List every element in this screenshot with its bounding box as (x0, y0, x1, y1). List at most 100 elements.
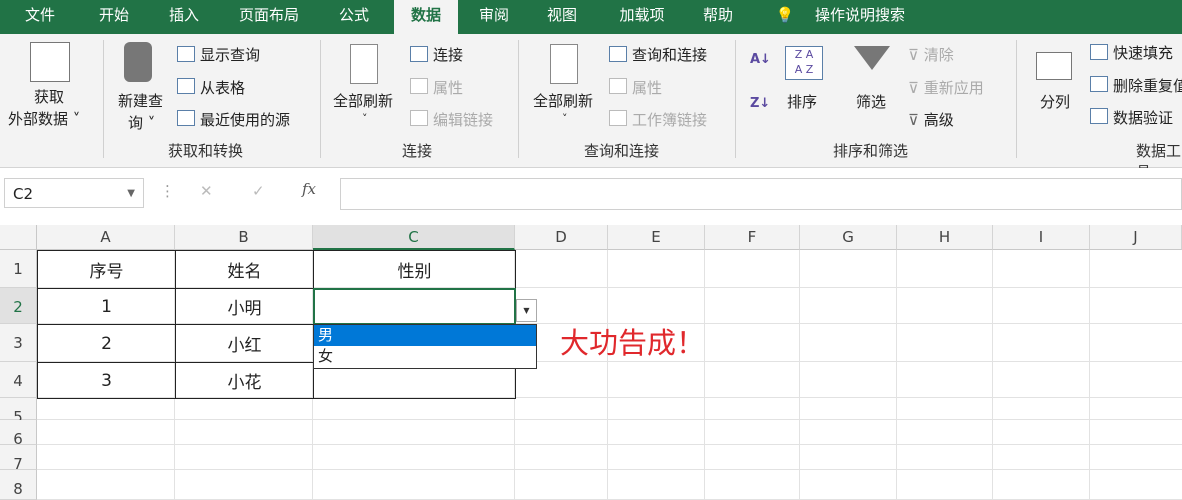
get-external-data-icon[interactable] (30, 42, 70, 82)
flash-fill-button[interactable]: 快速填充 (1113, 42, 1173, 63)
properties-button[interactable]: 属性 (433, 77, 463, 98)
tab-file[interactable]: 文件 (10, 0, 70, 34)
cell-a4[interactable]: 3 (37, 362, 176, 399)
tab-data[interactable]: 数据 (394, 0, 458, 34)
recent-sources-button[interactable]: 最近使用的源 (200, 109, 290, 130)
active-cell-c2[interactable] (313, 288, 516, 325)
tab-insert[interactable]: 插入 (154, 0, 214, 34)
column-header-g[interactable]: G (800, 225, 897, 250)
cancel-icon[interactable]: ✕ (200, 182, 213, 200)
column-header-a[interactable]: A (37, 225, 175, 250)
from-table-button[interactable]: 从表格 (200, 77, 245, 98)
gridline (1089, 250, 1090, 500)
sort-descending-icon[interactable]: Z↓ (750, 96, 770, 111)
new-query-label[interactable]: 新建查 (118, 90, 163, 111)
tab-addins[interactable]: 加载项 (604, 0, 680, 34)
new-query-icon[interactable] (124, 42, 152, 82)
get-external-data-label2[interactable]: 外部数据 ˅ (8, 108, 80, 129)
sort-icon[interactable]: Z AA Z (785, 46, 823, 80)
tab-review[interactable]: 审阅 (466, 0, 522, 34)
sort-button[interactable]: 排序 (787, 91, 817, 112)
data-validation-button[interactable]: 数据验证 (1113, 107, 1173, 128)
row-header-3[interactable]: 3 (0, 324, 37, 362)
tab-home[interactable]: 开始 (84, 0, 144, 34)
insert-function-button[interactable]: fx (302, 180, 316, 198)
chevron-down-icon[interactable]: ▼ (127, 188, 135, 199)
advanced-filter-button[interactable]: ⊽ 高级 (908, 109, 954, 130)
group-label-get-transform: 获取和转换 (168, 142, 244, 160)
cell-b1[interactable]: 姓名 (175, 250, 314, 289)
cell-c1[interactable]: 性别 (313, 250, 516, 289)
sort-ascending-icon[interactable]: A↓ (750, 52, 771, 67)
cell-b2[interactable]: 小明 (175, 288, 314, 325)
column-header-b[interactable]: B (175, 225, 313, 250)
filter-icon[interactable] (854, 46, 890, 70)
new-query-label2[interactable]: 询 ˅ (128, 112, 155, 133)
connections-button[interactable]: 连接 (433, 44, 463, 65)
ribbon-tab-bar: 文件 开始 插入 页面布局 公式 数据 审阅 视图 加载项 帮助 💡 操作说明搜… (0, 0, 1182, 34)
enter-icon[interactable]: ✓ (252, 182, 265, 200)
cell-a2[interactable]: 1 (37, 288, 176, 325)
column-header-e[interactable]: E (608, 225, 705, 250)
chevron-down-icon[interactable]: ˅ (362, 112, 368, 125)
annotation-text: 大功告成！ (560, 326, 706, 360)
lightbulb-icon: 💡 (775, 6, 795, 24)
refresh-all-icon[interactable] (350, 44, 378, 84)
row-header-8[interactable]: 8 (0, 470, 37, 500)
tab-view[interactable]: 视图 (534, 0, 590, 34)
dropdown-option-male[interactable]: 男 (314, 325, 536, 346)
select-all-button[interactable] (0, 225, 37, 250)
column-header-j[interactable]: J (1090, 225, 1182, 250)
edit-links-button[interactable]: 编辑链接 (433, 109, 493, 130)
column-header-h[interactable]: H (897, 225, 993, 250)
cell-a3[interactable]: 2 (37, 324, 176, 363)
cell-b3[interactable]: 小红 (175, 324, 314, 363)
formula-input[interactable] (340, 178, 1182, 210)
workbook-links-button[interactable]: 工作簿链接 (632, 109, 707, 130)
group-label-queries: 查询和连接 (584, 142, 660, 160)
queries-connections-button[interactable]: 查询和连接 (632, 44, 707, 65)
show-queries-button[interactable]: 显示查询 (200, 44, 260, 65)
cell-b4[interactable]: 小花 (175, 362, 314, 399)
data-validation-icon (1090, 108, 1108, 124)
remove-duplicates-button[interactable]: 删除重复值 (1113, 75, 1182, 96)
gridline (607, 250, 608, 500)
refresh-all-icon[interactable] (550, 44, 578, 84)
row-header-7[interactable]: 7 (0, 445, 37, 473)
properties-button-2[interactable]: 属性 (632, 77, 662, 98)
reapply-button[interactable]: ⊽ 重新应用 (908, 77, 984, 98)
tab-page-layout[interactable]: 页面布局 (226, 0, 312, 34)
chevron-down-icon[interactable]: ˅ (562, 112, 568, 125)
cell-a1[interactable]: 序号 (37, 250, 176, 289)
column-header-d[interactable]: D (515, 225, 608, 250)
tab-help[interactable]: 帮助 (690, 0, 746, 34)
gridline (37, 469, 1182, 470)
name-box[interactable]: C2 ▼ (4, 178, 144, 208)
text-to-columns-icon[interactable] (1036, 52, 1072, 80)
column-header-f[interactable]: F (705, 225, 800, 250)
row-header-1[interactable]: 1 (0, 250, 37, 288)
row-header-5[interactable]: 5 (0, 398, 37, 426)
row-header-6[interactable]: 6 (0, 420, 37, 448)
gridline (704, 250, 705, 500)
table-icon (177, 78, 195, 94)
get-external-data-label[interactable]: 获取 (34, 86, 64, 107)
tab-formulas[interactable]: 公式 (324, 0, 384, 34)
workbook-links-icon (609, 110, 627, 126)
row-header-4[interactable]: 4 (0, 362, 37, 398)
advanced-filter-icon: ⊽ (908, 111, 919, 129)
clear-filter-button[interactable]: ⊽ 清除 (908, 44, 954, 65)
row-header-2[interactable]: 2 (0, 288, 37, 324)
tell-me-search[interactable]: 操作说明搜索 (805, 0, 915, 34)
column-header-c[interactable]: C (313, 225, 515, 250)
gridline (37, 444, 1182, 445)
refresh-all-button[interactable]: 全部刷新 (333, 90, 393, 111)
dropdown-arrow-button[interactable]: ▼ (516, 299, 537, 322)
dropdown-option-female[interactable]: 女 (314, 346, 536, 367)
text-to-columns-button[interactable]: 分列 (1040, 91, 1070, 112)
column-header-i[interactable]: I (993, 225, 1090, 250)
filter-button[interactable]: 筛选 (856, 91, 886, 112)
dropdown-list: 男 女 (313, 324, 537, 369)
reapply-label: 重新应用 (923, 79, 984, 97)
refresh-all-button-2[interactable]: 全部刷新 (533, 90, 593, 111)
